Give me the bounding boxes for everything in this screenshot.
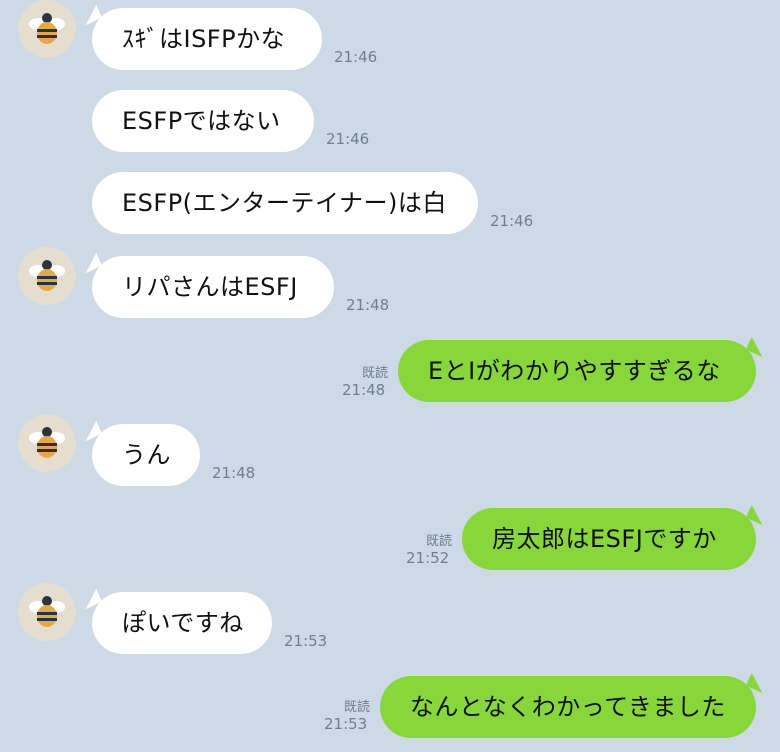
read-receipt: 既読	[361, 366, 388, 381]
bee-avatar-icon[interactable]	[18, 0, 76, 58]
incoming-message[interactable]: ｽｷﾞはISFPかな	[92, 8, 322, 70]
outgoing-message[interactable]: 房太郎はESFJですか	[462, 508, 756, 570]
incoming-message[interactable]: リパさんはESFJ	[92, 256, 334, 318]
bee-avatar-icon[interactable]	[18, 247, 76, 305]
incoming-message[interactable]: ESFPではない	[92, 90, 314, 152]
outgoing-message[interactable]: EとIがわかりやすすぎるな	[398, 340, 756, 402]
bee-avatar-icon[interactable]	[18, 414, 76, 472]
message-time: 21:53	[324, 715, 368, 733]
outgoing-message[interactable]: なんとなくわかってきました	[380, 676, 756, 738]
message-time: 21:46	[490, 212, 534, 230]
message-time: 21:48	[346, 296, 390, 314]
message-time: 21:46	[334, 48, 378, 66]
message-time: 21:48	[342, 381, 386, 399]
read-receipt: 既読	[343, 700, 370, 715]
bee-avatar-icon[interactable]	[18, 583, 76, 641]
message-time: 21:48	[212, 464, 256, 482]
read-receipt: 既読	[425, 534, 452, 549]
incoming-message[interactable]: うん	[92, 424, 200, 486]
incoming-message[interactable]: ESFP(エンターテイナー)は白	[92, 172, 478, 234]
incoming-message[interactable]: ぽいですね	[92, 592, 272, 654]
message-time: 21:46	[326, 130, 370, 148]
chat-timeline: ｽｷﾞはISFPかな 21:46 ESFPではない 21:46 ESFP(エンタ…	[0, 0, 780, 752]
message-time: 21:52	[406, 549, 450, 567]
message-time: 21:53	[284, 632, 328, 650]
